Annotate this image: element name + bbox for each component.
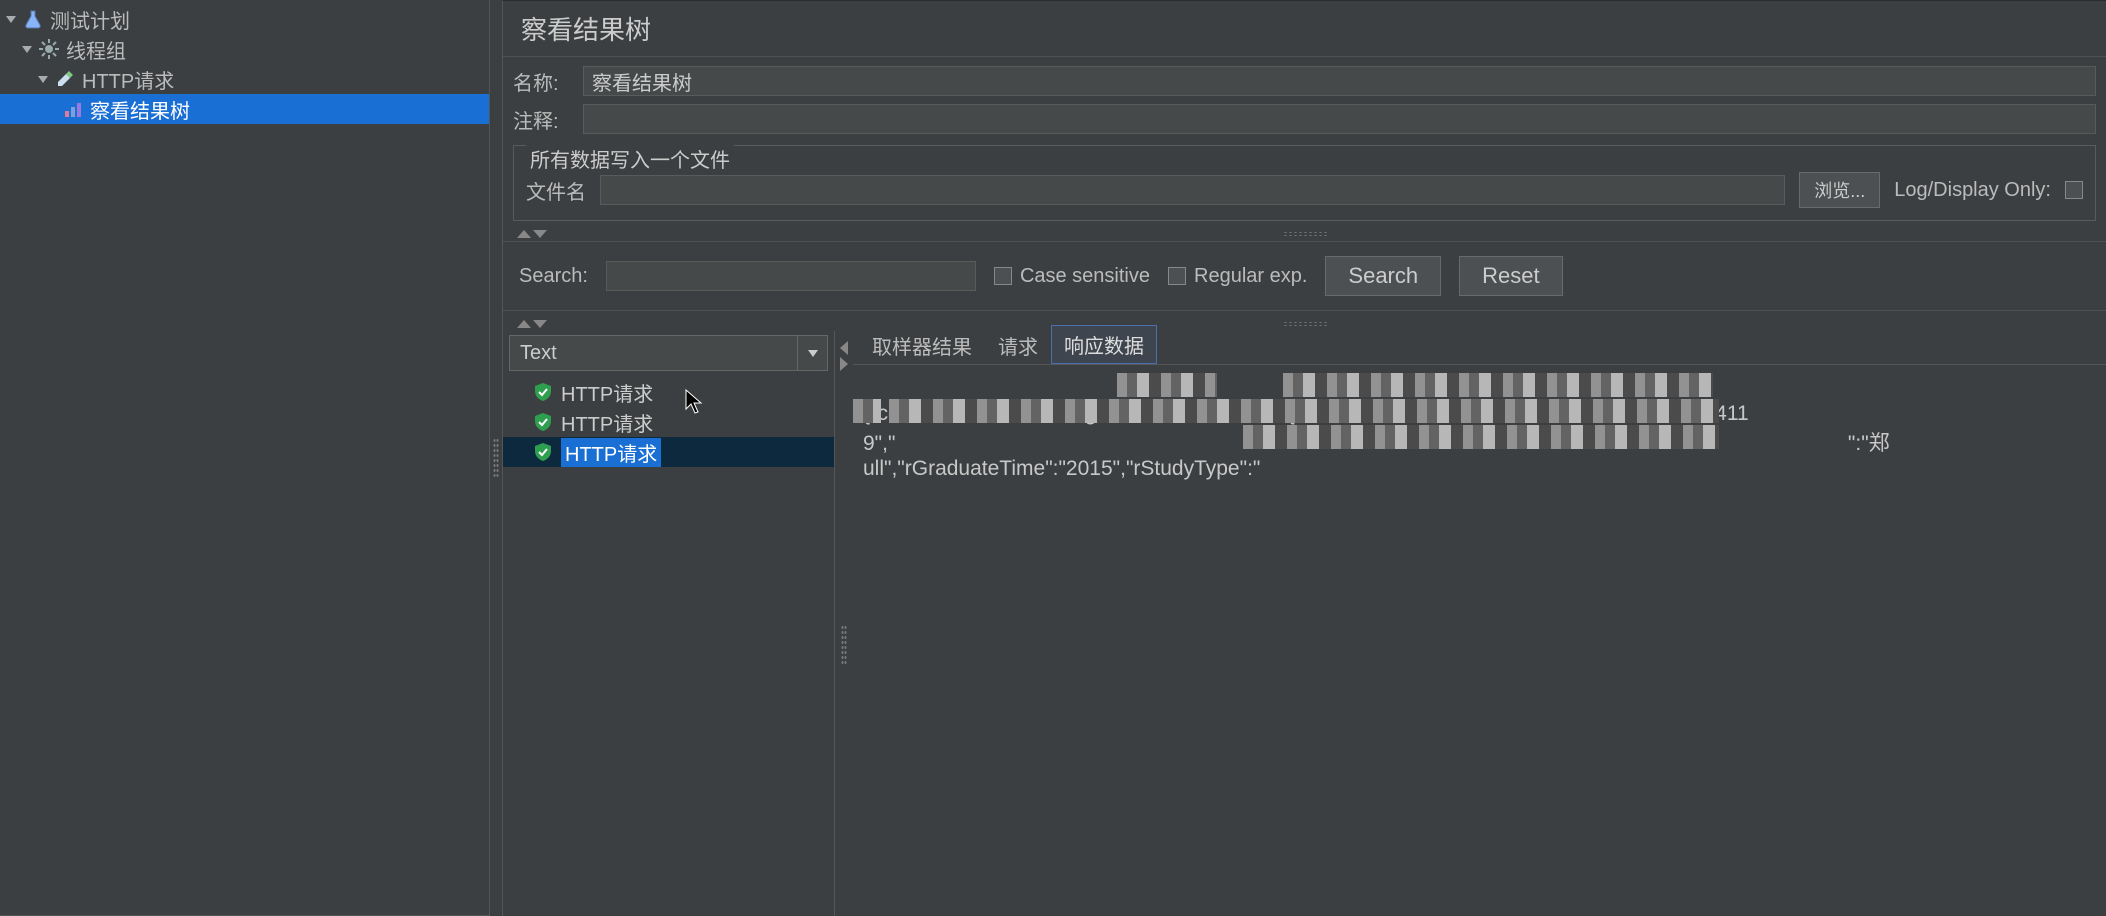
collapse-down-icon[interactable] (533, 320, 547, 328)
redacted-block (1117, 373, 1217, 397)
tree-label: HTTP请求 (82, 65, 174, 94)
redacted-block (853, 399, 881, 423)
main-panel: 察看结果树 名称: 注释: 所有数据写入一个文件 文件名 浏览... Log/D… (502, 0, 2106, 916)
comment-label: 注释: (513, 105, 583, 134)
renderer-select-value: Text (510, 342, 797, 365)
search-button[interactable]: Search (1325, 256, 1441, 296)
comment-field[interactable] (583, 104, 2096, 134)
tab-request[interactable]: 请求 (985, 326, 1051, 364)
vertical-splitter[interactable] (835, 331, 853, 916)
search-input[interactable] (606, 261, 976, 291)
success-shield-icon (533, 382, 553, 402)
tree-label: 察看结果树 (90, 95, 190, 124)
tree-panel: 测试计划 线程组 HTTP请求 (0, 0, 490, 916)
horizontal-splitter[interactable] (503, 227, 2106, 241)
tree-node-test-plan[interactable]: 测试计划 (0, 4, 489, 34)
collapse-up-icon[interactable] (517, 320, 531, 328)
log-display-only-label: Log/Display Only: (1894, 179, 2051, 202)
test-plan-tree[interactable]: 测试计划 线程组 HTTP请求 (0, 0, 489, 124)
tree-node-http-request[interactable]: HTTP请求 (0, 64, 489, 94)
log-display-only-checkbox[interactable] (2065, 181, 2083, 199)
fieldset-legend: 所有数据写入一个文件 (526, 144, 734, 173)
chevron-down-icon[interactable] (4, 12, 18, 26)
regular-exp-option[interactable]: Regular exp. (1168, 265, 1307, 288)
chevron-down-icon[interactable] (797, 336, 827, 370)
tab-sampler-result[interactable]: 取样器结果 (859, 326, 985, 364)
collapse-down-icon[interactable] (533, 230, 547, 238)
redacted-block (1283, 373, 1713, 397)
flask-icon (22, 8, 44, 30)
vertical-splitter[interactable] (490, 0, 502, 916)
tree-label: 测试计划 (50, 5, 130, 34)
sample-result-row[interactable]: HTTP请求 (503, 407, 834, 437)
collapse-up-icon[interactable] (517, 230, 531, 238)
search-label: Search: (519, 265, 588, 288)
sample-result-row[interactable]: HTTP请求 (503, 377, 834, 407)
response-text: ":"郑 (1848, 432, 1890, 455)
page-title: 察看结果树 (503, 1, 2106, 57)
browse-button[interactable]: 浏览... (1799, 172, 1880, 208)
name-field[interactable] (583, 66, 2096, 96)
filename-field[interactable] (600, 175, 1785, 205)
checkbox-icon[interactable] (1168, 267, 1186, 285)
redacted-block (889, 399, 1719, 423)
success-shield-icon (533, 442, 553, 462)
sample-result-label: HTTP请求 (561, 438, 661, 467)
response-text: ull","rGraduateTime":"2015","rStudyType"… (863, 457, 1260, 480)
result-tabs: 取样器结果 请求 响应数据 (853, 331, 2106, 365)
chevron-down-icon[interactable] (20, 42, 34, 56)
chevron-down-icon[interactable] (36, 72, 50, 86)
sample-result-label: HTTP请求 (561, 408, 653, 437)
gear-icon (38, 38, 60, 60)
response-data-text[interactable]: {"code":"30001","message":"请求成功","data":… (853, 365, 2106, 916)
collapse-left-icon[interactable] (840, 341, 848, 355)
tree-label: 线程组 (66, 35, 126, 64)
horizontal-splitter[interactable] (503, 317, 2106, 331)
collapse-right-icon[interactable] (840, 357, 848, 371)
response-text: 9"," (863, 432, 895, 455)
filename-label: 文件名 (526, 176, 586, 205)
sample-result-list[interactable]: HTTP请求HTTP请求HTTP请求 (503, 377, 834, 916)
case-sensitive-label: Case sensitive (1020, 265, 1150, 288)
sample-result-label: HTTP请求 (561, 378, 653, 407)
tree-node-thread-group[interactable]: 线程组 (0, 34, 489, 64)
sample-result-row[interactable]: HTTP请求 (503, 437, 834, 467)
redacted-block (1243, 425, 1719, 449)
success-shield-icon (533, 412, 553, 432)
case-sensitive-option[interactable]: Case sensitive (994, 265, 1150, 288)
write-to-file-fieldset: 所有数据写入一个文件 文件名 浏览... Log/Display Only: (513, 145, 2096, 221)
regular-exp-label: Regular exp. (1194, 265, 1307, 288)
dropper-icon (54, 68, 76, 90)
chart-icon (62, 98, 84, 120)
name-label: 名称: (513, 67, 583, 96)
tree-node-view-results-tree[interactable]: 察看结果树 (0, 94, 489, 124)
renderer-select[interactable]: Text (509, 335, 828, 371)
checkbox-icon[interactable] (994, 267, 1012, 285)
reset-button[interactable]: Reset (1459, 256, 1562, 296)
